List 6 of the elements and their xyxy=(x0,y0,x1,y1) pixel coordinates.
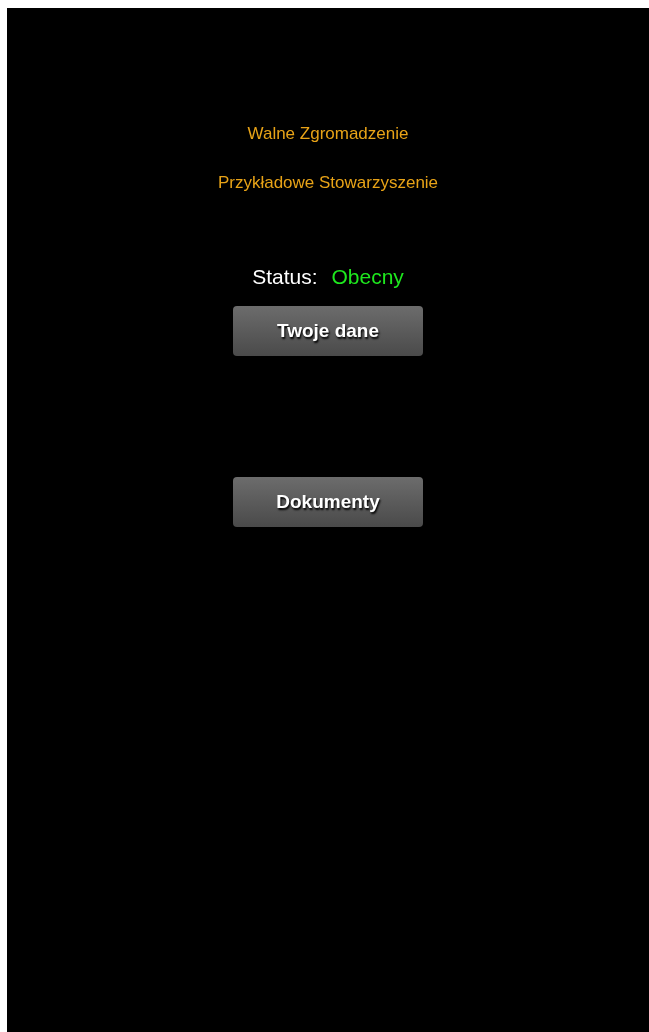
menu-button[interactable]: Twoje dane xyxy=(233,306,423,356)
status-value: Obecny xyxy=(331,265,404,289)
meeting-title: Walne Zgromadzenie xyxy=(247,124,409,144)
menu-button[interactable]: Dokumenty xyxy=(233,477,423,527)
status-label: Status: xyxy=(252,265,318,289)
organization-name: Przykładowe Stowarzyszenie xyxy=(217,173,439,193)
